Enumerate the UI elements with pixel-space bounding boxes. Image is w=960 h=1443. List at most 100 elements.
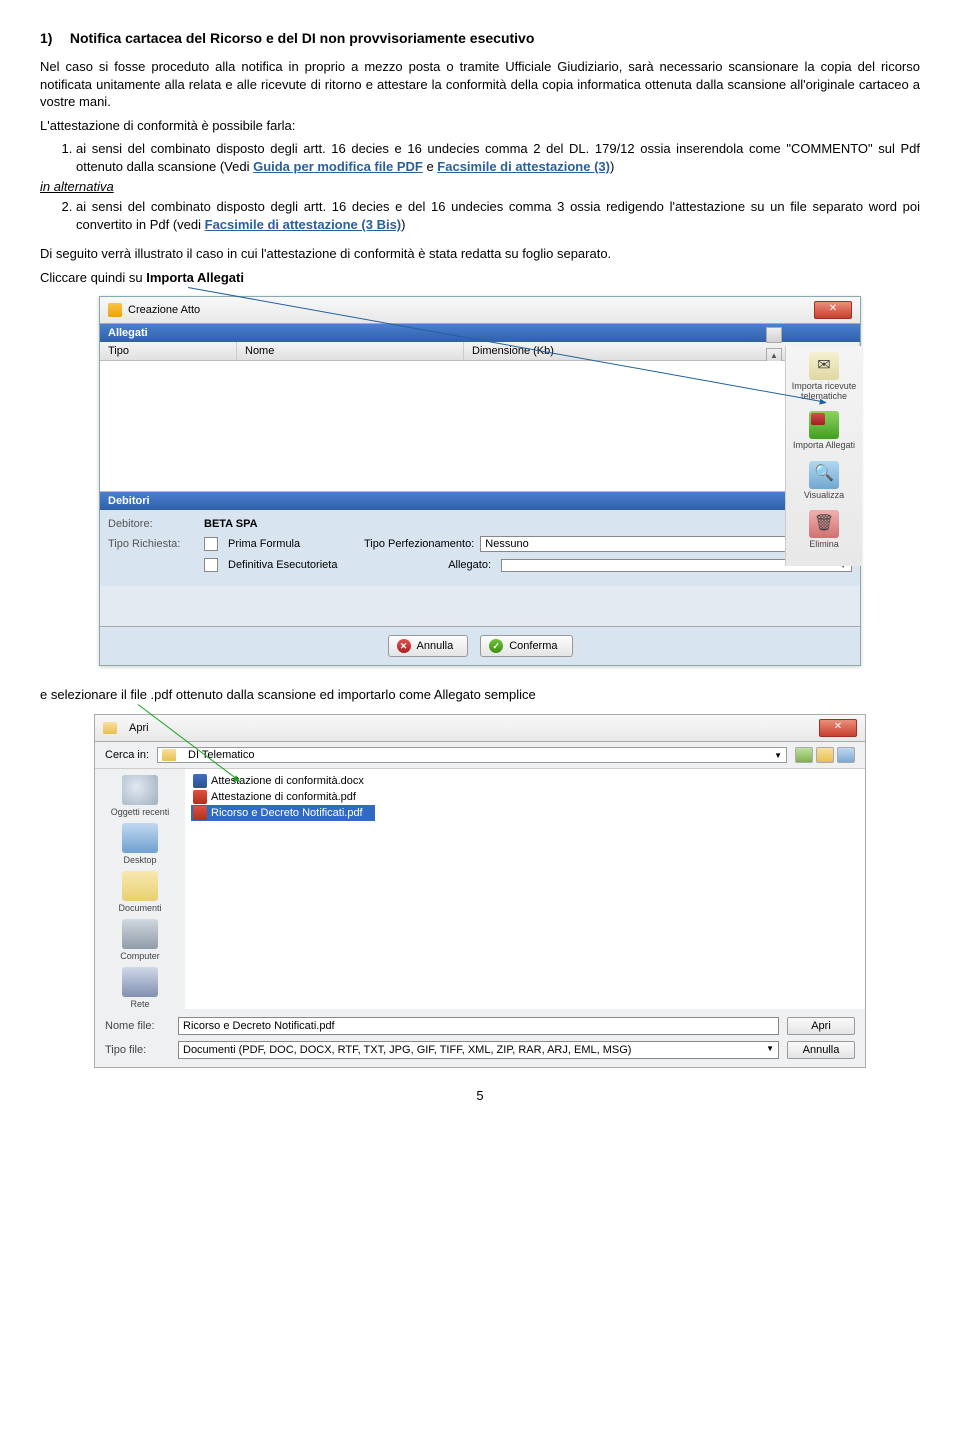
documents-place[interactable]: Documenti bbox=[118, 871, 161, 913]
tipo-perfezionamento-label: Tipo Perfezionamento: bbox=[364, 538, 474, 550]
up-folder-icon[interactable] bbox=[816, 747, 834, 763]
cubes-icon bbox=[809, 411, 839, 439]
tool4-label: Elimina bbox=[809, 540, 839, 549]
li2-text-a: ai sensi del combinato disposto degli ar… bbox=[76, 199, 920, 232]
visualizza-button[interactable]: 🔍 Visualizza bbox=[804, 461, 844, 500]
documents-label: Documenti bbox=[118, 903, 161, 913]
tipo-richiesta-label: Tipo Richiesta: bbox=[108, 538, 198, 550]
in-alternativa-label: in alternativa bbox=[40, 179, 920, 194]
heading-title: Notifica cartacea del Ricorso e del DI n… bbox=[70, 30, 535, 46]
file-item[interactable]: Attestazione di conformità.docx bbox=[191, 773, 859, 789]
paragraph-5: e selezionare il file .pdf ottenuto dall… bbox=[40, 686, 920, 704]
allegato-label: Allegato: bbox=[364, 559, 495, 571]
right-toolbar: ✉ Importa ricevute telematiche Importa A… bbox=[785, 346, 862, 565]
select-value: Nessuno bbox=[485, 538, 528, 550]
file-item[interactable]: Attestazione di conformità.pdf bbox=[191, 789, 859, 805]
tool2-label: Importa Allegati bbox=[793, 441, 855, 450]
magnifier-icon: 🔍 bbox=[809, 461, 839, 489]
heading-number: 1) bbox=[40, 30, 66, 46]
computer-place[interactable]: Computer bbox=[120, 919, 160, 961]
nome-file-label: Nome file: bbox=[105, 1020, 170, 1032]
file-list: Attestazione di conformità.docx Attestaz… bbox=[185, 769, 865, 1009]
window-title: Apri bbox=[129, 722, 149, 734]
back-icon[interactable] bbox=[795, 747, 813, 763]
prima-formula-label: Prima Formula bbox=[228, 538, 358, 550]
close-button[interactable]: ✕ bbox=[819, 719, 857, 737]
debtor-area: Debitore: BETA SPA Tipo Richiesta: Prima… bbox=[100, 510, 860, 586]
link-facsimile-3bis[interactable]: Facsimile di attestazione (3 Bis) bbox=[205, 217, 402, 232]
spacer bbox=[100, 586, 860, 627]
titlebar: Apri ✕ bbox=[95, 715, 865, 742]
annulla-label: Annulla bbox=[417, 640, 454, 652]
desktop-place[interactable]: Desktop bbox=[122, 823, 158, 865]
window-icon bbox=[108, 303, 122, 317]
cerca-in-label: Cerca in: bbox=[105, 749, 149, 761]
recent-icon bbox=[122, 775, 158, 805]
table-header: Tipo Nome Dimensione (Kb) bbox=[100, 342, 860, 361]
p4-bold: Importa Allegati bbox=[146, 270, 244, 285]
paragraph-3: Di seguito verrà illustrato il caso in c… bbox=[40, 245, 920, 263]
li1-text-c: ) bbox=[610, 159, 614, 174]
location-select[interactable]: DI Telematico ▼ bbox=[157, 747, 787, 763]
importa-allegati-button[interactable]: Importa Allegati bbox=[793, 411, 855, 450]
section-heading: 1) Notifica cartacea del Ricorso e del D… bbox=[40, 30, 920, 46]
paragraph-1: Nel caso si fosse proceduto alla notific… bbox=[40, 58, 920, 111]
recent-label: Oggetti recenti bbox=[111, 807, 170, 817]
titlebar: Creazione Atto ✕ bbox=[100, 297, 860, 324]
folder-icon bbox=[162, 749, 176, 761]
annulla-button[interactable]: Annulla bbox=[787, 1041, 855, 1059]
desktop-label: Desktop bbox=[122, 855, 158, 865]
close-button[interactable]: ✕ bbox=[814, 301, 852, 319]
chevron-down-icon: ▼ bbox=[774, 751, 782, 760]
network-icon bbox=[122, 967, 158, 997]
tipo-file-select[interactable]: Documenti (PDF, DOC, DOCX, RTF, TXT, JPG… bbox=[178, 1041, 779, 1059]
file-item-selected[interactable]: Ricorso e Decreto Notificati.pdf bbox=[191, 805, 375, 821]
apri-button[interactable]: Apri bbox=[787, 1017, 855, 1035]
desktop-icon bbox=[122, 823, 158, 853]
view-icon[interactable] bbox=[837, 747, 855, 763]
definitiva-checkbox[interactable] bbox=[204, 558, 218, 572]
confirm-icon: ✓ bbox=[489, 639, 503, 653]
docx-icon bbox=[193, 774, 207, 788]
nome-file-input[interactable]: Ricorso e Decreto Notificati.pdf bbox=[178, 1017, 779, 1035]
elimina-button[interactable]: 🗑 Elimina bbox=[809, 510, 839, 549]
paragraph-4: Cliccare quindi su Importa Allegati bbox=[40, 269, 920, 287]
computer-icon bbox=[122, 919, 158, 949]
th-nome: Nome bbox=[237, 342, 464, 360]
chevron-down-icon: ▼ bbox=[766, 1044, 774, 1056]
pdf-icon bbox=[193, 806, 207, 820]
tipo-file-label: Tipo file: bbox=[105, 1044, 170, 1056]
importa-ricevute-button[interactable]: ✉ Importa ricevute telematiche bbox=[786, 352, 862, 401]
delete-icon: 🗑 bbox=[809, 510, 839, 538]
window-title: Creazione Atto bbox=[128, 304, 200, 316]
recent-place[interactable]: Oggetti recenti bbox=[111, 775, 170, 817]
tool3-label: Visualizza bbox=[804, 491, 844, 500]
file2-name: Attestazione di conformità.pdf bbox=[211, 791, 356, 803]
link-guida-pdf[interactable]: Guida per modifica file PDF bbox=[253, 159, 423, 174]
li1-text-b: e bbox=[423, 159, 437, 174]
prima-formula-checkbox[interactable] bbox=[204, 537, 218, 551]
annulla-button[interactable]: ✕ Annulla bbox=[388, 635, 469, 657]
conferma-button[interactable]: ✓ Conferma bbox=[480, 635, 572, 657]
network-place[interactable]: Rete bbox=[122, 967, 158, 1009]
debitore-label: Debitore: bbox=[108, 518, 198, 530]
cancel-icon: ✕ bbox=[397, 639, 411, 653]
refresh-icon[interactable] bbox=[766, 327, 782, 343]
debitore-value: BETA SPA bbox=[204, 518, 258, 530]
page-number: 5 bbox=[40, 1088, 920, 1103]
tipo-file-value: Documenti (PDF, DOC, DOCX, RTF, TXT, JPG… bbox=[183, 1044, 631, 1056]
apri-dialog: Apri ✕ Cerca in: DI Telematico ▼ Oggetti… bbox=[94, 714, 866, 1068]
nome-file-value: Ricorso e Decreto Notificati.pdf bbox=[183, 1020, 335, 1032]
computer-label: Computer bbox=[120, 951, 160, 961]
link-facsimile-3[interactable]: Facsimile di attestazione (3) bbox=[437, 159, 610, 174]
debitori-section-header: Debitori bbox=[100, 492, 860, 510]
envelope-icon: ✉ bbox=[809, 352, 839, 380]
conferma-label: Conferma bbox=[509, 640, 557, 652]
documents-icon bbox=[122, 871, 158, 901]
paragraph-2: L'attestazione di conformità è possibile… bbox=[40, 117, 920, 135]
li2-text-b: ) bbox=[401, 217, 405, 232]
network-label: Rete bbox=[122, 999, 158, 1009]
pdf-icon bbox=[193, 790, 207, 804]
th-tipo: Tipo bbox=[100, 342, 237, 360]
p4-text-a: Cliccare quindi su bbox=[40, 270, 146, 285]
